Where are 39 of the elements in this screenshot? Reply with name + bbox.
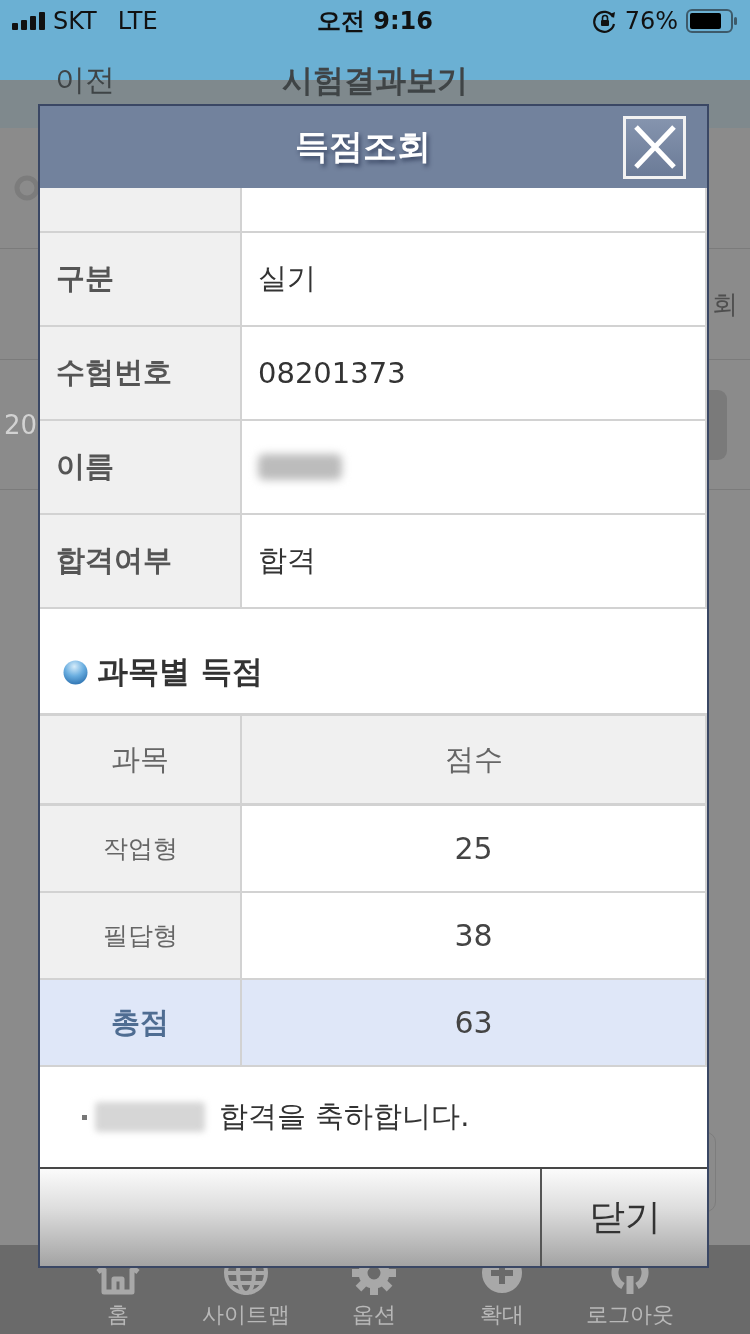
section-title: 과목별 득점: [97, 652, 263, 691]
column-header: 회: [712, 287, 738, 321]
subject-cell: 작업형: [40, 806, 240, 891]
signal-icon: [12, 12, 46, 30]
network-type: LTE: [117, 7, 158, 35]
status-time: 오전 9:16: [316, 6, 434, 37]
blank-button[interactable]: [40, 1169, 540, 1266]
subject-cell: 총점: [40, 980, 240, 1065]
column-header: 점수: [242, 716, 705, 803]
globe-icon: [223, 1268, 269, 1296]
table-cell: 20: [4, 409, 38, 440]
score-cell: 25: [242, 806, 705, 891]
close-icon: [631, 124, 678, 170]
label-cell: 수험번호: [40, 327, 240, 419]
value-cell: 합격: [242, 515, 705, 607]
score-cell: 38: [242, 893, 705, 978]
close-button[interactable]: 닫기: [540, 1169, 707, 1266]
score-cell: 63: [242, 980, 705, 1065]
rotation-lock-icon: [592, 9, 617, 33]
bullet-icon: [82, 1114, 87, 1120]
close-button[interactable]: [623, 115, 686, 179]
value-cell: 실기: [242, 233, 705, 325]
subject-cell: 필답형: [40, 893, 240, 978]
carrier-name: SKT: [53, 7, 97, 35]
label-cell: 구분: [40, 233, 240, 325]
ball-icon: [63, 659, 88, 685]
ring-icon: [14, 175, 40, 201]
dialog-title: 득점조회: [295, 125, 431, 168]
house-icon: [95, 1268, 141, 1296]
congratulations-text: 합격을 축하합니다.: [219, 1098, 470, 1135]
label-cell: 이름: [40, 421, 240, 513]
label-cell: 합격여부: [40, 515, 240, 607]
tab-bar-item[interactable]: 홈: [54, 1245, 182, 1334]
column-header: 과목: [40, 716, 240, 803]
plus-icon: [479, 1268, 525, 1296]
value-cell: 08201373: [242, 327, 705, 419]
tab-bar-item[interactable]: 사이트맵: [182, 1245, 310, 1334]
battery-percent: 76%: [624, 7, 678, 35]
battery-icon: [686, 9, 738, 33]
